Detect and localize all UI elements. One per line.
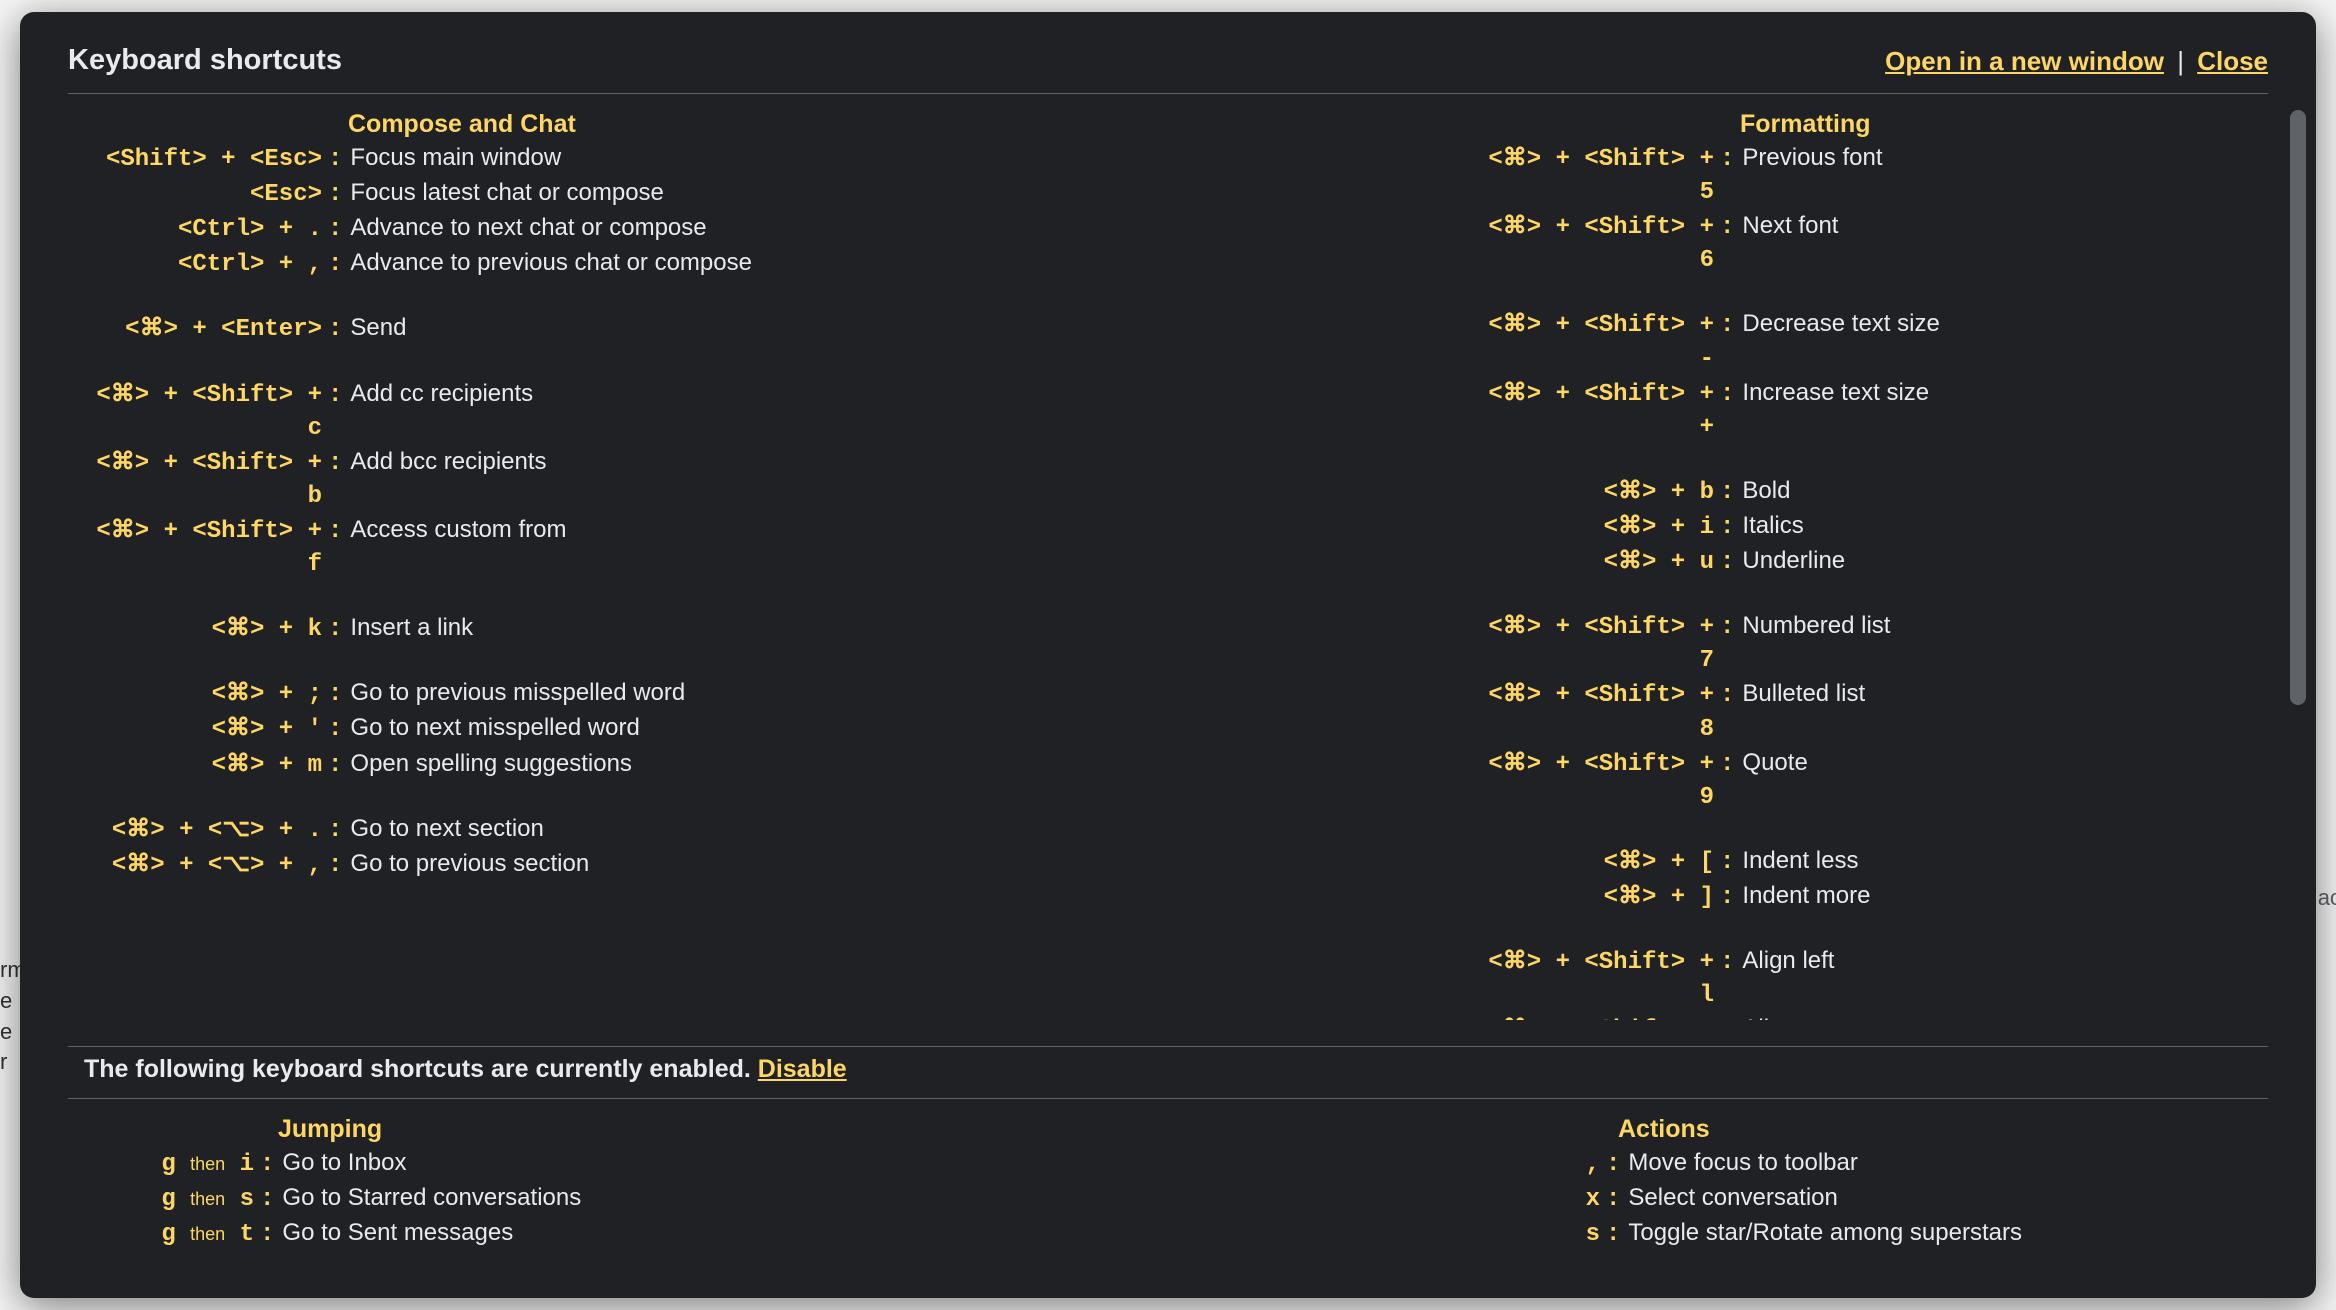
- separator: |: [2171, 46, 2190, 76]
- shortcut-row: <⌘> + <⌥> + ,:Go to previous section: [68, 847, 864, 882]
- shortcut-row: <⌘> + <Enter>:Send: [68, 311, 864, 346]
- shortcut-row: <⌘> + [:Indent less: [1484, 844, 2280, 879]
- shortcut-row: <⌘> + <Shift> + +:Increase text size: [1484, 376, 2280, 444]
- compose-chat-column: Compose and Chat <Shift> + <Esc>:Focus m…: [68, 110, 904, 1020]
- scrollbar[interactable]: [2290, 110, 2306, 1020]
- shortcut-row: <⌘> + <Shift> + c:Add cc recipients: [68, 377, 864, 445]
- shortcut-row: x:Select conversation: [1578, 1181, 2268, 1216]
- shortcut-row: g then i:Go to Inbox: [68, 1146, 758, 1181]
- formatting-title: Formatting: [1740, 110, 2280, 139]
- dialog-header: Keyboard shortcuts Open in a new window …: [68, 44, 2268, 89]
- scrollbar-thumb[interactable]: [2290, 110, 2306, 705]
- shortcut-row: <⌘> + <Shift> + 7:Numbered list: [1484, 609, 2280, 677]
- shortcut-row: <⌘> + ':Go to next misspelled word: [68, 711, 864, 746]
- shortcut-row: <⌘> + <Shift> + e:Align center: [1484, 1012, 2280, 1020]
- actions-column: Actions ,:Move focus to toolbar x:Select…: [758, 1115, 2268, 1251]
- shortcut-row: <⌘> + <Shift> + b:Add bcc recipients: [68, 445, 864, 513]
- jumping-column: Jumping g then i:Go to Inbox g then s:Go…: [68, 1115, 758, 1251]
- actions-title: Actions: [1618, 1115, 2268, 1144]
- shortcut-row: <⌘> + <Shift> + -:Decrease text size: [1484, 307, 2280, 375]
- disable-link[interactable]: Disable: [758, 1055, 847, 1083]
- shortcut-row: <⌘> + ]:Indent more: [1484, 879, 2280, 914]
- compose-chat-title: Compose and Chat: [348, 110, 864, 139]
- open-new-window-link[interactable]: Open in a new window: [1885, 46, 2164, 76]
- dialog-footer: The following keyboard shortcuts are cur…: [68, 1042, 2268, 1251]
- shortcut-row: g then t:Go to Sent messages: [68, 1216, 758, 1251]
- shortcut-row: <⌘> + <Shift> + 6:Next font: [1484, 209, 2280, 277]
- shortcut-row: <⌘> + <Shift> + 9:Quote: [1484, 746, 2280, 814]
- jumping-title: Jumping: [278, 1115, 758, 1144]
- shortcut-row: <⌘> + ;:Go to previous misspelled word: [68, 676, 864, 711]
- shortcut-row: s:Toggle star/Rotate among superstars: [1578, 1216, 2268, 1251]
- shortcut-row: <⌘> + <Shift> + l:Align left: [1484, 944, 2280, 1012]
- shortcut-row: <⌘> + i:Italics: [1484, 509, 2280, 544]
- shortcut-row: <⌘> + <⌥> + .:Go to next section: [68, 812, 864, 847]
- shortcut-row: <⌘> + b:Bold: [1484, 474, 2280, 509]
- divider: [68, 93, 2268, 94]
- dialog-title: Keyboard shortcuts: [68, 44, 342, 77]
- shortcut-row: <Esc>:Focus latest chat or compose: [68, 176, 864, 211]
- shortcut-row: <Shift> + <Esc>:Focus main window: [68, 141, 864, 176]
- shortcut-row: <Ctrl> + .:Advance to next chat or compo…: [68, 211, 864, 246]
- shortcut-row: g then s:Go to Starred conversations: [68, 1181, 758, 1216]
- shortcut-row: ,:Move focus to toolbar: [1578, 1146, 2268, 1181]
- close-link[interactable]: Close: [2197, 46, 2268, 76]
- shortcuts-dialog: Keyboard shortcuts Open in a new window …: [20, 12, 2316, 1298]
- divider: [68, 1098, 2268, 1099]
- footer-message: The following keyboard shortcuts are cur…: [68, 1047, 2268, 1094]
- shortcut-row: <⌘> + m:Open spelling suggestions: [68, 747, 864, 782]
- dialog-body: Compose and Chat <Shift> + <Esc>:Focus m…: [68, 110, 2280, 1020]
- shortcut-row: <⌘> + u:Underline: [1484, 544, 2280, 579]
- shortcut-row: <Ctrl> + ,:Advance to previous chat or c…: [68, 246, 864, 281]
- shortcut-row: <⌘> + <Shift> + f:Access custom from: [68, 513, 864, 581]
- shortcut-row: <⌘> + k:Insert a link: [68, 611, 864, 646]
- shortcut-row: <⌘> + <Shift> + 8:Bulleted list: [1484, 677, 2280, 745]
- formatting-column: Formatting <⌘> + <Shift> + 5:Previous fo…: [904, 110, 2280, 1020]
- shortcut-row: <⌘> + <Shift> + 5:Previous font: [1484, 141, 2280, 209]
